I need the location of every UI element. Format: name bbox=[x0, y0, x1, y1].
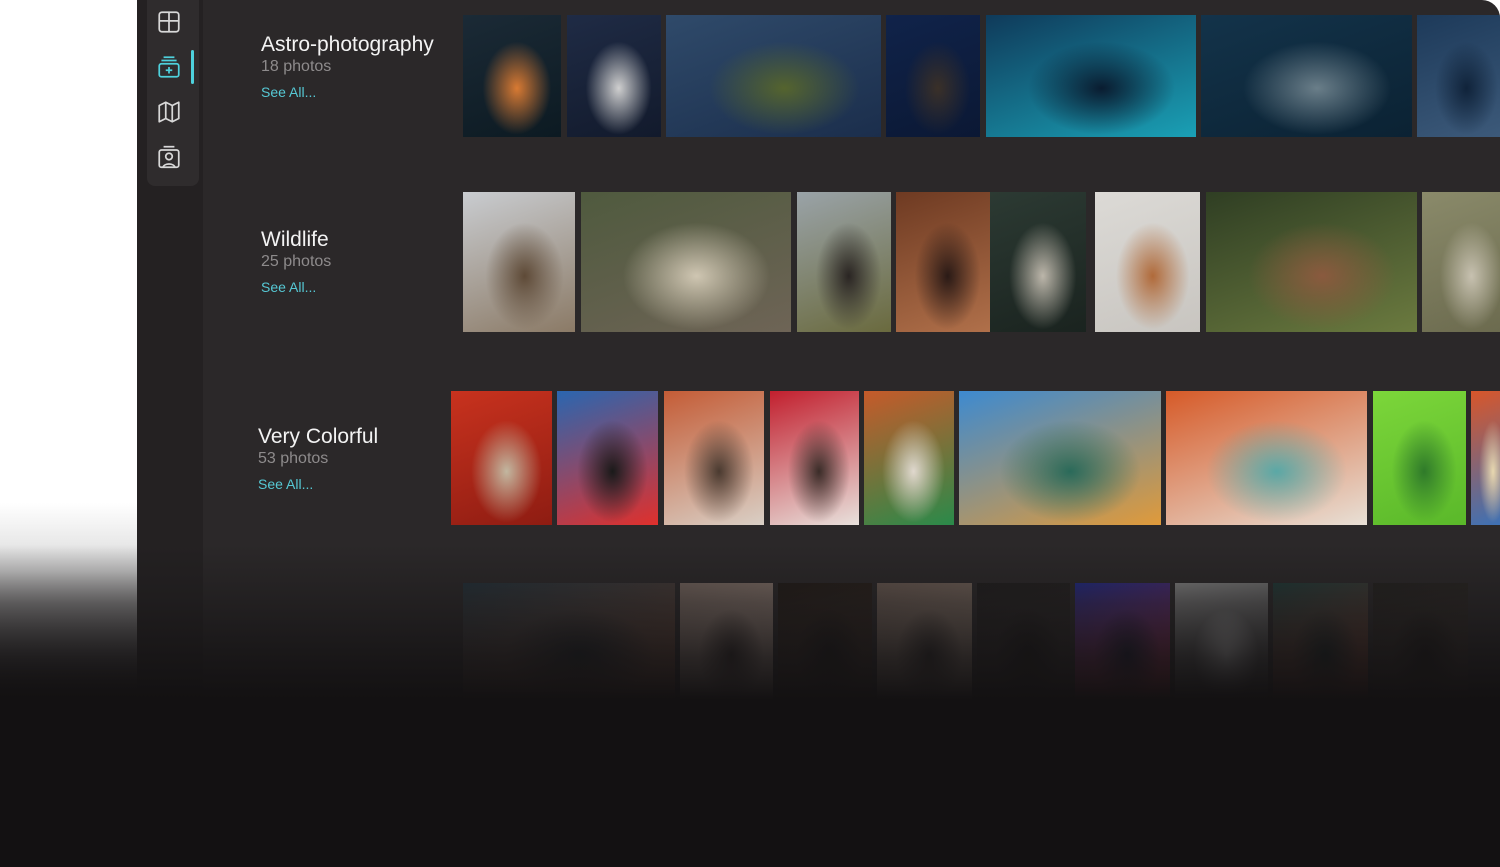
photo-strip-colorful bbox=[137, 391, 1500, 525]
photo-strip-astro bbox=[137, 15, 1500, 137]
photo-thumbnail[interactable] bbox=[666, 15, 881, 137]
photo-thumbnail[interactable] bbox=[864, 391, 954, 525]
photo-thumbnail[interactable] bbox=[664, 391, 764, 525]
people-icon bbox=[158, 145, 180, 169]
desktop-backdrop bbox=[0, 0, 140, 867]
photo-thumbnail[interactable] bbox=[463, 15, 561, 137]
photo-thumbnail[interactable] bbox=[451, 391, 552, 525]
photo-thumbnail[interactable] bbox=[1373, 391, 1466, 525]
photo-thumbnail[interactable] bbox=[1201, 15, 1412, 137]
photo-thumbnail[interactable] bbox=[1422, 192, 1500, 332]
photo-thumbnail[interactable] bbox=[463, 583, 675, 703]
photo-thumbnail[interactable] bbox=[896, 192, 990, 332]
photo-thumbnail[interactable] bbox=[770, 391, 859, 525]
photo-thumbnail[interactable] bbox=[886, 15, 980, 137]
photo-strip-wildlife bbox=[137, 192, 1500, 332]
photo-thumbnail[interactable] bbox=[990, 192, 1086, 332]
nav-people[interactable] bbox=[155, 143, 183, 171]
photo-thumbnail[interactable] bbox=[1075, 583, 1170, 703]
photo-thumbnail[interactable] bbox=[877, 583, 972, 703]
photo-thumbnail[interactable] bbox=[1471, 391, 1500, 525]
photo-thumbnail[interactable] bbox=[778, 583, 872, 703]
photo-thumbnail[interactable] bbox=[959, 391, 1161, 525]
photo-thumbnail[interactable] bbox=[1175, 583, 1268, 703]
photo-thumbnail[interactable] bbox=[581, 192, 791, 332]
photo-thumbnail[interactable] bbox=[797, 192, 891, 332]
photo-thumbnail[interactable] bbox=[1373, 583, 1468, 703]
photo-thumbnail[interactable] bbox=[986, 15, 1196, 137]
photo-thumbnail[interactable] bbox=[1273, 583, 1368, 703]
photo-strip-portraits bbox=[137, 583, 1500, 703]
photo-thumbnail[interactable] bbox=[567, 15, 661, 137]
photo-thumbnail[interactable] bbox=[977, 583, 1070, 703]
photo-thumbnail[interactable] bbox=[1095, 192, 1200, 332]
photo-thumbnail[interactable] bbox=[557, 391, 658, 525]
screen: Astro-photography 18 photos See All... W… bbox=[0, 0, 1500, 867]
photo-thumbnail[interactable] bbox=[1417, 15, 1500, 137]
photo-thumbnail[interactable] bbox=[680, 583, 773, 703]
photos-app-window: Astro-photography 18 photos See All... W… bbox=[137, 0, 1500, 867]
photo-thumbnail[interactable] bbox=[1166, 391, 1367, 525]
photo-thumbnail[interactable] bbox=[1206, 192, 1417, 332]
photo-thumbnail[interactable] bbox=[463, 192, 575, 332]
